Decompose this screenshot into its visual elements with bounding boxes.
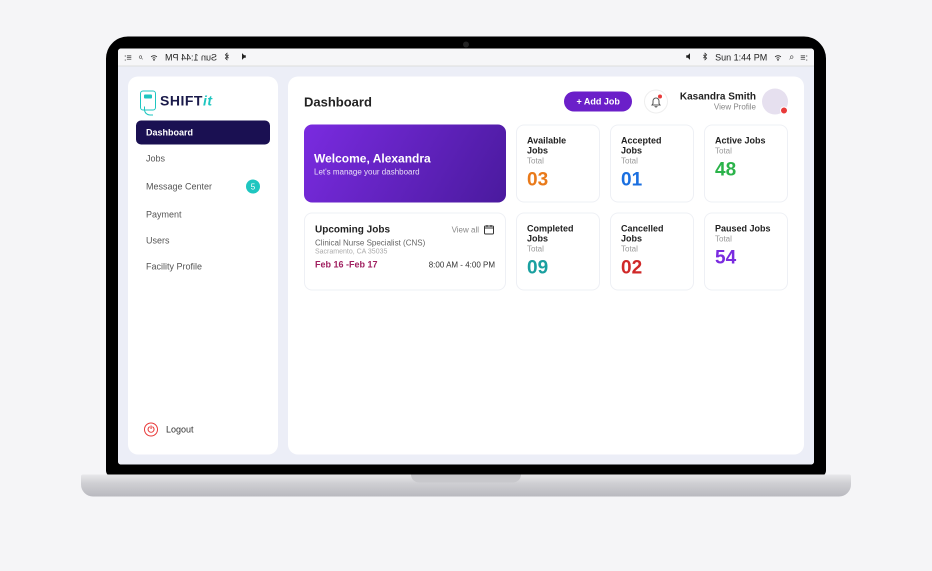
avatar bbox=[762, 89, 788, 115]
sidebar-nav: Dashboard Jobs Message Center 5 Payment bbox=[136, 121, 270, 279]
stat-cancelled[interactable]: Cancelled Jobs Total 02 bbox=[610, 213, 694, 291]
stat-label: Accepted Jobs bbox=[621, 136, 683, 156]
welcome-subtitle: Let's manage your dashboard bbox=[314, 167, 496, 176]
stat-value: 03 bbox=[527, 170, 589, 192]
trackpad-notch bbox=[411, 475, 521, 483]
notifications-button[interactable] bbox=[644, 90, 668, 114]
menubar-left: ≡: ⌕ Sun 1:44 PM bbox=[124, 51, 247, 63]
stat-completed[interactable]: Completed Jobs Total 09 bbox=[516, 213, 600, 291]
speaker-icon bbox=[685, 51, 695, 63]
menu-icon: ≡: bbox=[800, 52, 808, 62]
sidebar: SHIFTit Dashboard Jobs Message Cente bbox=[128, 77, 278, 455]
logo-main: SHIFT bbox=[160, 93, 203, 109]
logo-accent: it bbox=[203, 93, 213, 109]
upcoming-location: Sacramento, CA 35035 bbox=[315, 249, 495, 256]
sidebar-item-label: Facility Profile bbox=[146, 262, 202, 272]
calendar-icon bbox=[483, 224, 495, 236]
stat-active[interactable]: Active Jobs Total 48 bbox=[704, 125, 788, 203]
stat-value: 02 bbox=[621, 258, 683, 280]
cards-row-2: Upcoming Jobs View all Clinical Nurse Sp… bbox=[304, 213, 788, 291]
profile-text: Kasandra Smith View Profile bbox=[680, 92, 756, 112]
screen-bezel: ≡: ⌕ Sun 1:44 PM bbox=[106, 37, 826, 477]
power-icon: ⏻ bbox=[144, 423, 158, 437]
stat-sub: Total bbox=[715, 235, 777, 244]
stat-sub: Total bbox=[527, 157, 589, 166]
add-job-button[interactable]: + Add Job bbox=[564, 92, 631, 112]
speaker-icon bbox=[237, 51, 247, 63]
logout-label: Logout bbox=[166, 425, 194, 435]
stat-accepted[interactable]: Accepted Jobs Total 01 bbox=[610, 125, 694, 203]
stat-label: Paused Jobs bbox=[715, 224, 777, 234]
menubar-time-left: Sun 1:44 PM bbox=[165, 52, 217, 62]
menu-icon: ≡: bbox=[124, 52, 132, 62]
view-all-link[interactable]: View all bbox=[452, 224, 495, 236]
stat-value: 48 bbox=[715, 160, 777, 182]
status-dot bbox=[780, 107, 788, 115]
screen: ≡: ⌕ Sun 1:44 PM bbox=[118, 49, 814, 465]
upcoming-card[interactable]: Upcoming Jobs View all Clinical Nurse Sp… bbox=[304, 213, 506, 291]
notification-dot bbox=[658, 95, 662, 99]
main-panel: Dashboard + Add Job Kasandra Smith View … bbox=[288, 77, 804, 455]
topbar-right: + Add Job Kasandra Smith View Profile bbox=[564, 89, 788, 115]
sidebar-item-dashboard[interactable]: Dashboard bbox=[136, 121, 270, 145]
profile-link[interactable]: Kasandra Smith View Profile bbox=[680, 89, 788, 115]
stat-value: 54 bbox=[715, 248, 777, 270]
stat-sub: Total bbox=[621, 157, 683, 166]
stat-sub: Total bbox=[715, 147, 777, 156]
wifi-icon bbox=[149, 51, 159, 63]
stat-label: Active Jobs bbox=[715, 136, 777, 146]
upcoming-dates: Feb 16 -Feb 17 bbox=[315, 260, 378, 270]
upcoming-title: Upcoming Jobs bbox=[315, 224, 390, 235]
sidebar-item-message-center[interactable]: Message Center 5 bbox=[136, 173, 270, 201]
sidebar-item-label: Message Center bbox=[146, 182, 212, 192]
laptop-frame: ≡: ⌕ Sun 1:44 PM bbox=[81, 37, 851, 512]
view-profile-link: View Profile bbox=[680, 103, 756, 112]
profile-name: Kasandra Smith bbox=[680, 92, 756, 103]
cards-row-1: Welcome, Alexandra Let's manage your das… bbox=[304, 125, 788, 203]
menubar-right: Sun 1:44 PM ⌕ ≡: bbox=[685, 51, 808, 63]
mac-menubar: ≡: ⌕ Sun 1:44 PM bbox=[118, 49, 814, 67]
logo-text: SHIFTit bbox=[160, 93, 213, 109]
stat-label: Cancelled Jobs bbox=[621, 224, 683, 244]
view-all-label: View all bbox=[452, 225, 479, 234]
search-icon: ⌕ bbox=[789, 52, 794, 63]
stat-sub: Total bbox=[621, 245, 683, 254]
logo-icon bbox=[140, 91, 156, 111]
page-title: Dashboard bbox=[304, 94, 372, 109]
sidebar-item-payment[interactable]: Payment bbox=[136, 203, 270, 227]
sidebar-item-facility-profile[interactable]: Facility Profile bbox=[136, 255, 270, 279]
stat-available[interactable]: Available Jobs Total 03 bbox=[516, 125, 600, 203]
welcome-title: Welcome, Alexandra bbox=[314, 151, 496, 165]
topbar: Dashboard + Add Job Kasandra Smith View … bbox=[304, 89, 788, 115]
sidebar-item-users[interactable]: Users bbox=[136, 229, 270, 253]
stat-label: Available Jobs bbox=[527, 136, 589, 156]
menubar-time-right: Sun 1:44 PM bbox=[715, 52, 767, 62]
sidebar-item-jobs[interactable]: Jobs bbox=[136, 147, 270, 171]
logout-button[interactable]: ⏻ Logout bbox=[136, 417, 270, 443]
stat-value: 09 bbox=[527, 258, 589, 280]
sidebar-item-label: Payment bbox=[146, 210, 182, 220]
welcome-card: Welcome, Alexandra Let's manage your das… bbox=[304, 125, 506, 203]
bluetooth-icon bbox=[701, 51, 709, 63]
stat-paused[interactable]: Paused Jobs Total 54 bbox=[704, 213, 788, 291]
logo[interactable]: SHIFTit bbox=[136, 89, 270, 121]
sidebar-item-label: Jobs bbox=[146, 154, 165, 164]
wifi-icon bbox=[773, 51, 783, 63]
search-icon: ⌕ bbox=[138, 52, 143, 63]
badge: 5 bbox=[246, 180, 260, 194]
stat-label: Completed Jobs bbox=[527, 224, 589, 244]
upcoming-time: 8:00 AM - 4:00 PM bbox=[429, 260, 495, 269]
stat-value: 01 bbox=[621, 170, 683, 192]
sidebar-item-label: Dashboard bbox=[146, 128, 193, 138]
bluetooth-icon bbox=[223, 51, 231, 63]
stat-sub: Total bbox=[527, 245, 589, 254]
app-root: SHIFTit Dashboard Jobs Message Cente bbox=[118, 67, 814, 465]
upcoming-role: Clinical Nurse Specialist (CNS) bbox=[315, 239, 495, 248]
laptop-base bbox=[81, 475, 851, 497]
sidebar-item-label: Users bbox=[146, 236, 170, 246]
camera-dot bbox=[463, 42, 469, 48]
